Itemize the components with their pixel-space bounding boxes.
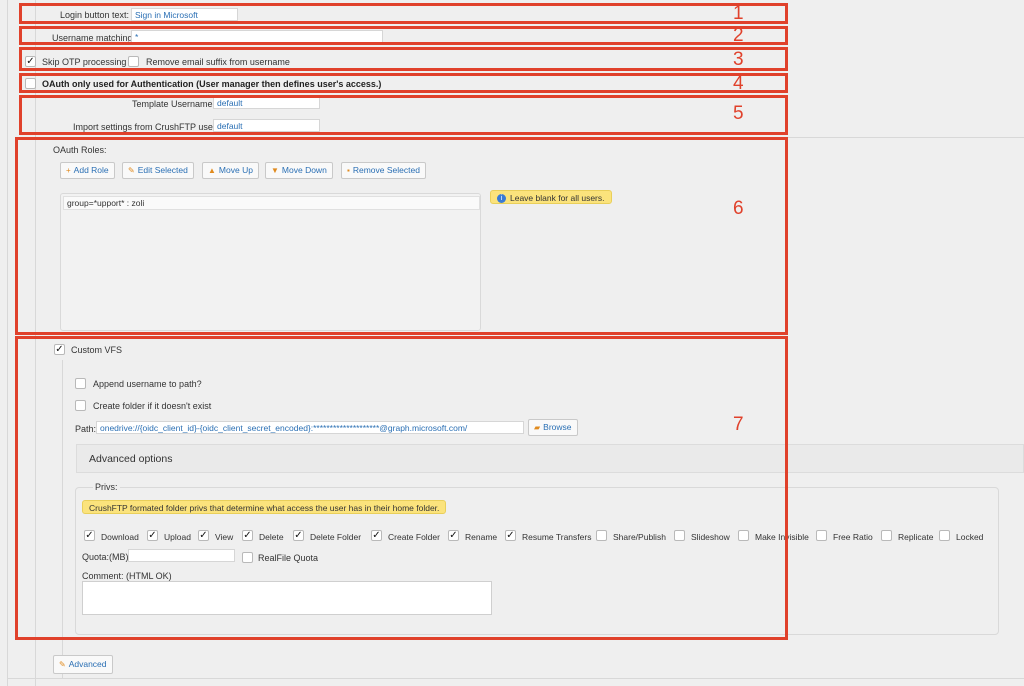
annotation-box-2 [19,26,788,45]
annotation-box-5 [19,95,788,135]
annotation-number-6: 6 [733,198,744,219]
panel-border-top [785,137,1024,138]
priv-checkbox-free-ratio[interactable] [816,530,827,541]
annotation-number-3: 3 [733,49,744,70]
priv-label: Free Ratio [833,532,873,542]
annotation-box-4 [19,73,788,93]
advanced-button-label: Advanced [68,659,107,669]
priv-label: Replicate [898,532,934,542]
wrench-icon: ✎ [59,660,66,669]
annotation-number-5: 5 [733,103,744,124]
annotation-number-7: 7 [733,414,744,435]
annotation-number-1: 1 [733,3,744,24]
priv-label: Locked [956,532,984,542]
annotation-number-2: 2 [733,25,744,46]
priv-checkbox-locked[interactable] [939,530,950,541]
advanced-button[interactable]: ✎ Advanced [53,655,113,674]
panel-border-bottom [7,678,1024,679]
priv-checkbox-replicate[interactable] [881,530,892,541]
annotation-box-7 [15,336,788,640]
annotation-box-3 [19,47,788,71]
annotation-box-1 [19,3,788,24]
annotation-number-4: 4 [733,73,744,94]
outer-border-left [7,0,8,686]
annotation-box-6 [15,137,788,335]
